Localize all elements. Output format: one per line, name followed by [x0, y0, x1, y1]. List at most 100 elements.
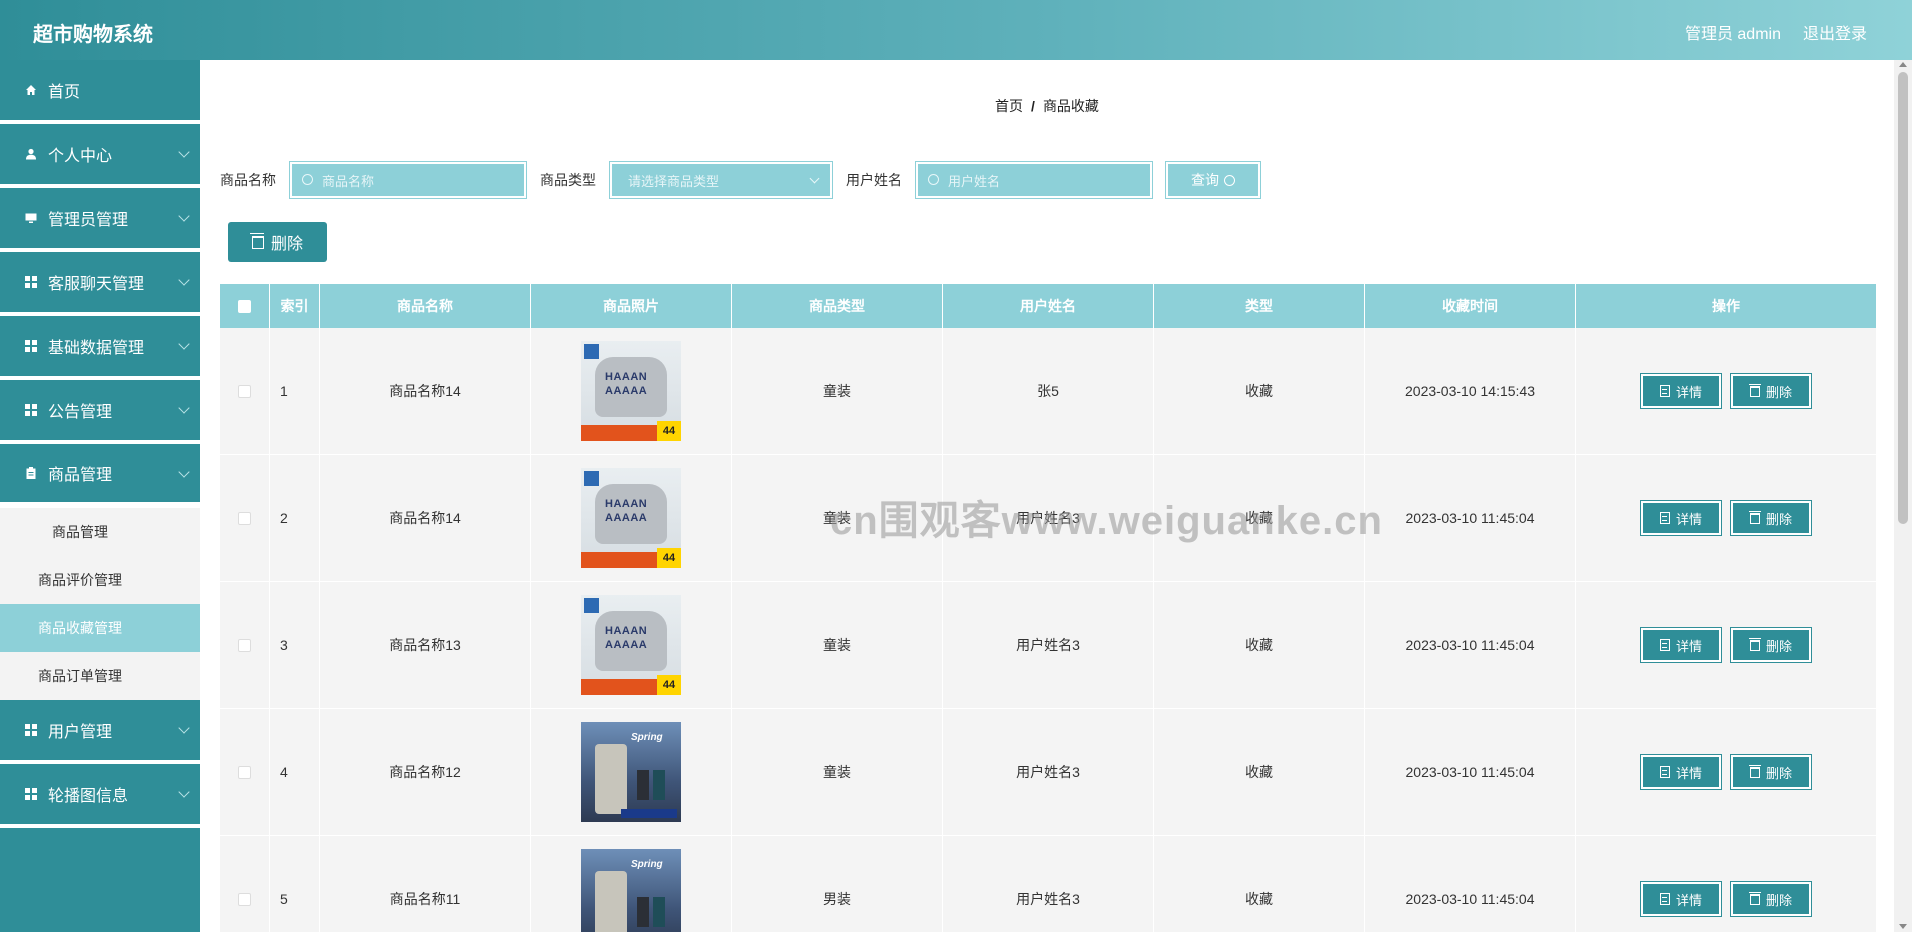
submenu-item-goods[interactable]: 商品管理	[0, 508, 200, 556]
scrollbar-thumb[interactable]	[1898, 72, 1908, 524]
grid-icon	[24, 787, 38, 801]
goods-photo-cell: 44	[531, 328, 732, 454]
monitor-icon	[24, 211, 38, 225]
detail-button[interactable]: 详情	[1640, 754, 1722, 790]
promo-banner	[621, 809, 677, 818]
detail-button[interactable]: 详情	[1640, 373, 1722, 409]
submenu-item-orders[interactable]: 商品订单管理	[0, 652, 200, 700]
row-checkbox[interactable]	[238, 892, 251, 906]
detail-button-label: 详情	[1675, 892, 1702, 908]
goods-photo: 44	[581, 341, 681, 441]
delete-button[interactable]: 删除	[1730, 754, 1812, 790]
sidebar-item-profile[interactable]: 个人中心	[0, 124, 200, 188]
grid-icon	[24, 723, 38, 737]
sidebar-item-home[interactable]: 首页	[0, 60, 200, 124]
breadcrumb-current: 商品收藏	[1042, 98, 1099, 114]
grid-icon	[24, 403, 38, 417]
app-title: 超市购物系统	[33, 24, 153, 46]
detail-button[interactable]: 详情	[1640, 500, 1722, 536]
goods-name-placeholder: 商品名称	[322, 173, 375, 189]
user-name-cell: 用户姓名3	[943, 455, 1154, 581]
goods-type-placeholder: 请选择商品类型	[628, 173, 720, 189]
submenu-item-favorites[interactable]: 商品收藏管理	[0, 604, 200, 652]
goods-name-cell: 商品名称14	[320, 455, 531, 581]
grid-icon	[24, 275, 38, 289]
index-cell: 5	[270, 836, 320, 932]
clipboard-icon	[24, 466, 38, 480]
top-header: 超市购物系统 管理员 admin 退出登录	[0, 0, 1912, 60]
user-name-input[interactable]: 用户姓名	[915, 161, 1153, 199]
index-cell: 2	[270, 455, 320, 581]
batch-delete-button[interactable]: 删除	[228, 222, 327, 262]
sidebar-item-label: 个人中心	[48, 148, 113, 165]
detail-button-label: 详情	[1675, 384, 1702, 400]
column-header: 商品照片	[531, 284, 732, 328]
table-row: 4 商品名称12 Spring 童装 用户姓名3 收藏 2023-03-10 11:45:0…	[220, 709, 1876, 836]
sidebar-item-goods[interactable]: 商品管理	[0, 444, 200, 508]
sidebar-item-notices[interactable]: 公告管理	[0, 380, 200, 444]
pants-shape	[595, 871, 627, 932]
table-row: 5 商品名称11 Spring 男装 用户姓名3 收藏 2023-03-10 11:45:0…	[220, 836, 1876, 932]
sidebar-item-admins[interactable]: 管理员管理	[0, 188, 200, 252]
sidebar-item-users[interactable]: 用户管理	[0, 700, 200, 764]
favorites-table: 索引 商品名称 商品照片 商品类型 用户姓名 类型 收藏时间 操作 1 商品名称1…	[220, 284, 1876, 932]
row-select-cell	[220, 582, 270, 708]
column-header: 收藏时间	[1365, 284, 1576, 328]
brand-tag	[584, 344, 599, 359]
row-checkbox[interactable]	[238, 384, 251, 398]
favorite-time-cell: 2023-03-10 11:45:04	[1365, 709, 1576, 835]
pants-shape	[653, 770, 665, 800]
sidebar: 首页 个人中心 管理员管理 客服聊天管理 基础数据管理 公告管理 商品管理 商品…	[0, 60, 200, 932]
sidebar-item-chat[interactable]: 客服聊天管理	[0, 252, 200, 316]
delete-button-label: 删除	[1765, 384, 1792, 400]
row-checkbox[interactable]	[238, 511, 251, 525]
price-badge: 44	[657, 421, 681, 441]
delete-button[interactable]: 删除	[1730, 500, 1812, 536]
photo-title: Spring	[631, 859, 663, 870]
user-name-cell: 用户姓名3	[943, 582, 1154, 708]
breadcrumb-home[interactable]: 首页	[995, 98, 1023, 114]
query-button[interactable]: 查询	[1165, 161, 1261, 199]
sidebar-item-basic-data[interactable]: 基础数据管理	[0, 316, 200, 380]
detail-button[interactable]: 详情	[1640, 627, 1722, 663]
goods-photo-cell: 44	[531, 582, 732, 708]
table-body: 1商品名称1444童装张5收藏2023-03-10 14:15:43详情删除2商…	[220, 328, 1876, 932]
user-name-label: 用户姓名	[846, 172, 902, 188]
admin-user-label[interactable]: 管理员 admin	[1685, 20, 1781, 44]
row-select-cell	[220, 836, 270, 932]
user-name-cell: 张5	[943, 328, 1154, 454]
scroll-down-icon[interactable]	[1899, 924, 1907, 929]
delete-button[interactable]: 删除	[1730, 881, 1812, 917]
goods-name-input[interactable]: 商品名称	[289, 161, 527, 199]
index-cell: 3	[270, 582, 320, 708]
goods-photo: 44	[581, 468, 681, 568]
goods-type-select[interactable]: 请选择商品类型	[609, 161, 833, 199]
detail-button[interactable]: 详情	[1640, 881, 1722, 917]
logout-link[interactable]: 退出登录	[1803, 20, 1867, 44]
document-icon	[1659, 766, 1670, 778]
column-header: 商品类型	[732, 284, 943, 328]
row-checkbox[interactable]	[238, 638, 251, 652]
select-all-checkbox[interactable]	[238, 299, 251, 313]
pants-shape	[637, 897, 649, 927]
photo-title: Spring	[631, 732, 663, 743]
goods-type-cell: 童装	[732, 582, 943, 708]
delete-button[interactable]: 删除	[1730, 373, 1812, 409]
sidebar-item-carousel[interactable]: 轮播图信息	[0, 764, 200, 828]
trash-icon	[1748, 891, 1761, 905]
favorite-time-cell: 2023-03-10 11:45:04	[1365, 582, 1576, 708]
delete-button[interactable]: 删除	[1730, 627, 1812, 663]
favorite-time-cell: 2023-03-10 11:45:04	[1365, 836, 1576, 932]
page-scrollbar[interactable]	[1894, 60, 1912, 932]
goods-name-cell: 商品名称12	[320, 709, 531, 835]
goods-photo: Spring	[581, 849, 681, 932]
submenu-item-reviews[interactable]: 商品评价管理	[0, 556, 200, 604]
brand-tag	[584, 471, 599, 486]
column-header: 商品名称	[320, 284, 531, 328]
row-select-cell	[220, 455, 270, 581]
goods-photo: Spring	[581, 722, 681, 822]
scroll-up-icon[interactable]	[1899, 62, 1907, 67]
row-checkbox[interactable]	[238, 765, 251, 779]
chevron-down-icon	[178, 210, 190, 222]
sidebar-item-label: 首页	[48, 84, 81, 101]
